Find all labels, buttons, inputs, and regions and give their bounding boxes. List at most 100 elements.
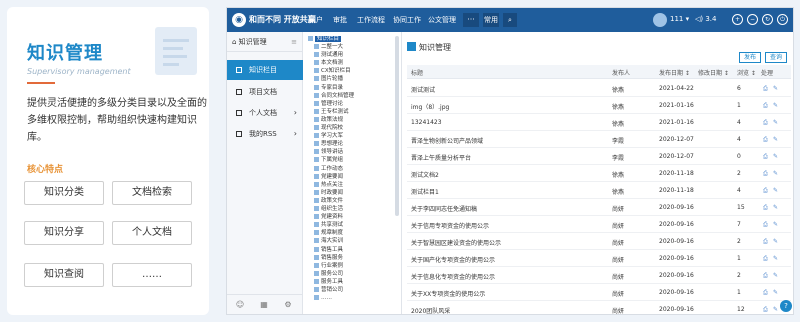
tree-node[interactable]: 共享测试 <box>314 221 343 229</box>
tree-node[interactable]: 二整一大 <box>314 43 343 51</box>
print-icon[interactable]: ⎙ <box>763 187 768 195</box>
tree-node[interactable]: 营销公司 <box>314 286 343 294</box>
refresh-icon[interactable]: ↻ <box>762 14 773 25</box>
print-icon[interactable]: ⎙ <box>763 204 768 212</box>
tree-node[interactable]: 学习大军 <box>314 132 343 140</box>
tree-node[interactable]: 时政要闻 <box>314 189 343 197</box>
print-icon[interactable]: ⎙ <box>763 170 768 178</box>
edit-icon[interactable]: ✎ <box>773 306 778 313</box>
feature-knowledge-share[interactable]: 知识分享 <box>24 221 104 245</box>
tree-node[interactable]: 服务工具 <box>314 278 343 286</box>
sidebar-item-knowledge-column[interactable]: 知识栏目 <box>227 60 303 80</box>
edit-icon[interactable]: ✎ <box>773 187 778 194</box>
common-button[interactable]: 常用 <box>483 13 499 27</box>
tree-node[interactable]: 下属党组 <box>314 156 343 164</box>
tree-node[interactable]: 规章制度 <box>314 229 343 237</box>
tree-node[interactable]: 领导讲话 <box>314 148 343 156</box>
tree-node[interactable]: 政策文件 <box>314 197 343 205</box>
tree-node[interactable]: 政策法规 <box>314 116 343 124</box>
sidebar-item-project-docs[interactable]: 项目文档 <box>227 82 303 102</box>
more-menu-button[interactable]: ··· <box>463 13 479 27</box>
table-row[interactable]: 关于智慧园区建设资金的使用公示 尚妍 2020-09-16 2 ⎙ ✎ <box>407 233 791 250</box>
print-icon[interactable]: ⎙ <box>763 306 768 314</box>
feature-knowledge-browse[interactable]: 知识查阅 <box>24 263 104 287</box>
tree-node[interactable]: 思想理论 <box>314 140 343 148</box>
cell-title[interactable]: 关于智慧园区建设资金的使用公示 <box>411 238 501 247</box>
tree-root[interactable]: 知识栏目 <box>308 35 342 43</box>
print-icon[interactable]: ⎙ <box>763 153 768 161</box>
settings-icon[interactable]: ⚙ <box>283 300 293 310</box>
edit-icon[interactable]: ✎ <box>773 204 778 211</box>
col-author[interactable]: 发布人 <box>612 68 630 77</box>
cell-title[interactable]: 测试测试 <box>411 85 435 94</box>
print-icon[interactable]: ⎙ <box>763 119 768 127</box>
print-icon[interactable]: ⎙ <box>763 255 768 263</box>
nav-portal[interactable]: 门户 <box>309 15 323 25</box>
search-icon[interactable]: ⌕ <box>503 13 517 27</box>
feature-knowledge-category[interactable]: 知识分类 <box>24 181 104 205</box>
sound-indicator[interactable]: ◁) 3.4 <box>695 15 716 23</box>
edit-icon[interactable]: ✎ <box>773 272 778 279</box>
cell-title[interactable]: 关于李四同志任免通知稿 <box>411 204 477 213</box>
table-row[interactable]: 关于XX专项资金的使用公示 尚妍 2020-09-16 1 ⎙ ✎ <box>407 284 791 301</box>
tree-node[interactable]: 服务公司 <box>314 270 343 278</box>
edit-icon[interactable]: ✎ <box>773 170 778 177</box>
cell-title[interactable]: 关于信用专项资金的使用公示 <box>411 221 489 230</box>
nav-approval[interactable]: 审批 <box>333 15 347 25</box>
table-row[interactable]: 关于信用专项资金的使用公示 尚妍 2020-09-16 7 ⎙ ✎ <box>407 216 791 233</box>
query-button[interactable]: 查询 <box>765 52 787 63</box>
col-views[interactable]: 浏览 ↕ <box>737 68 756 77</box>
cell-title[interactable]: 13241423 <box>411 119 442 126</box>
edit-icon[interactable]: ✎ <box>773 119 778 126</box>
cell-title[interactable]: img（8）.jpg <box>411 102 449 111</box>
tree-node[interactable]: 热点关注 <box>314 181 343 189</box>
tree-node[interactable]: 销售工具 <box>314 246 343 254</box>
print-icon[interactable]: ⎙ <box>763 272 768 280</box>
tree-node[interactable]: 图片轮播 <box>314 75 343 83</box>
sidebar-item-personal-docs[interactable]: 个人文档 › <box>227 103 303 123</box>
tree-node[interactable]: 本文档测 <box>314 59 343 67</box>
table-row[interactable]: 晋泽上午质量分析平台 李霞 2020-12-07 0 ⎙ ✎ <box>407 148 791 165</box>
edit-icon[interactable]: ✎ <box>773 102 778 109</box>
print-icon[interactable]: ⎙ <box>763 238 768 246</box>
print-icon[interactable]: ⎙ <box>763 136 768 144</box>
cell-title[interactable]: 关于XX专项资金的使用公示 <box>411 289 485 298</box>
edit-icon[interactable]: ✎ <box>773 289 778 296</box>
tree-scrollbar[interactable] <box>395 36 399 216</box>
user-count[interactable]: 111 ▾ <box>670 15 689 23</box>
table-row[interactable]: 测试栏目1 徐燕 2020-11-18 4 ⎙ ✎ <box>407 182 791 199</box>
feature-document-search[interactable]: 文档检索 <box>112 181 192 205</box>
edit-icon[interactable]: ✎ <box>773 153 778 160</box>
table-row[interactable]: img（8）.jpg 徐燕 2021-01-16 1 ⎙ ✎ <box>407 97 791 114</box>
collapse-icon[interactable]: ≡ <box>291 32 297 52</box>
edit-icon[interactable]: ✎ <box>773 136 778 143</box>
help-icon[interactable]: ? <box>780 300 792 312</box>
print-icon[interactable]: ⎙ <box>763 102 768 110</box>
cell-title[interactable]: 关于信息化专项资金的使用公示 <box>411 272 495 281</box>
tree-node[interactable]: 测试通用 <box>314 51 343 59</box>
cell-title[interactable]: 测试栏目1 <box>411 187 439 196</box>
sidebar-item-rss[interactable]: 我的RSS › <box>227 124 303 144</box>
tree-node[interactable]: 党建要闻 <box>314 173 343 181</box>
user-icon[interactable]: ☺ <box>235 300 245 310</box>
tree-node[interactable]: 专家目录 <box>314 84 343 92</box>
tree-node[interactable]: 党建资料 <box>314 213 343 221</box>
tree-node[interactable]: 工作动态 <box>314 165 343 173</box>
cell-title[interactable]: 关于国产化专项资金的使用公示 <box>411 255 495 264</box>
edit-icon[interactable]: ✎ <box>773 85 778 92</box>
table-row[interactable]: 测试测试 徐燕 2021-04-22 6 ⎙ ✎ <box>407 80 791 97</box>
table-row[interactable]: 关于信息化专项资金的使用公示 尚妍 2020-09-16 2 ⎙ ✎ <box>407 267 791 284</box>
tree-node[interactable]: 组织生活 <box>314 205 343 213</box>
table-row[interactable]: 关于国产化专项资金的使用公示 尚妍 2020-09-16 1 ⎙ ✎ <box>407 250 791 267</box>
publish-button[interactable]: 发布 <box>739 52 761 63</box>
tree-node[interactable]: 现代院校 <box>314 124 343 132</box>
tree-node[interactable]: …… <box>314 294 332 302</box>
edit-icon[interactable]: ✎ <box>773 221 778 228</box>
tree-node[interactable]: 行业案例 <box>314 262 343 270</box>
cell-title[interactable]: 2020团队风采 <box>411 306 450 314</box>
tree-node[interactable]: 合同文档管理 <box>314 92 354 100</box>
col-publish-date[interactable]: 发布日期 ↕ <box>659 68 690 77</box>
avatar[interactable] <box>653 13 667 27</box>
print-icon[interactable]: ⎙ <box>763 289 768 297</box>
tree-node[interactable]: CX知识栏目 <box>314 67 351 75</box>
